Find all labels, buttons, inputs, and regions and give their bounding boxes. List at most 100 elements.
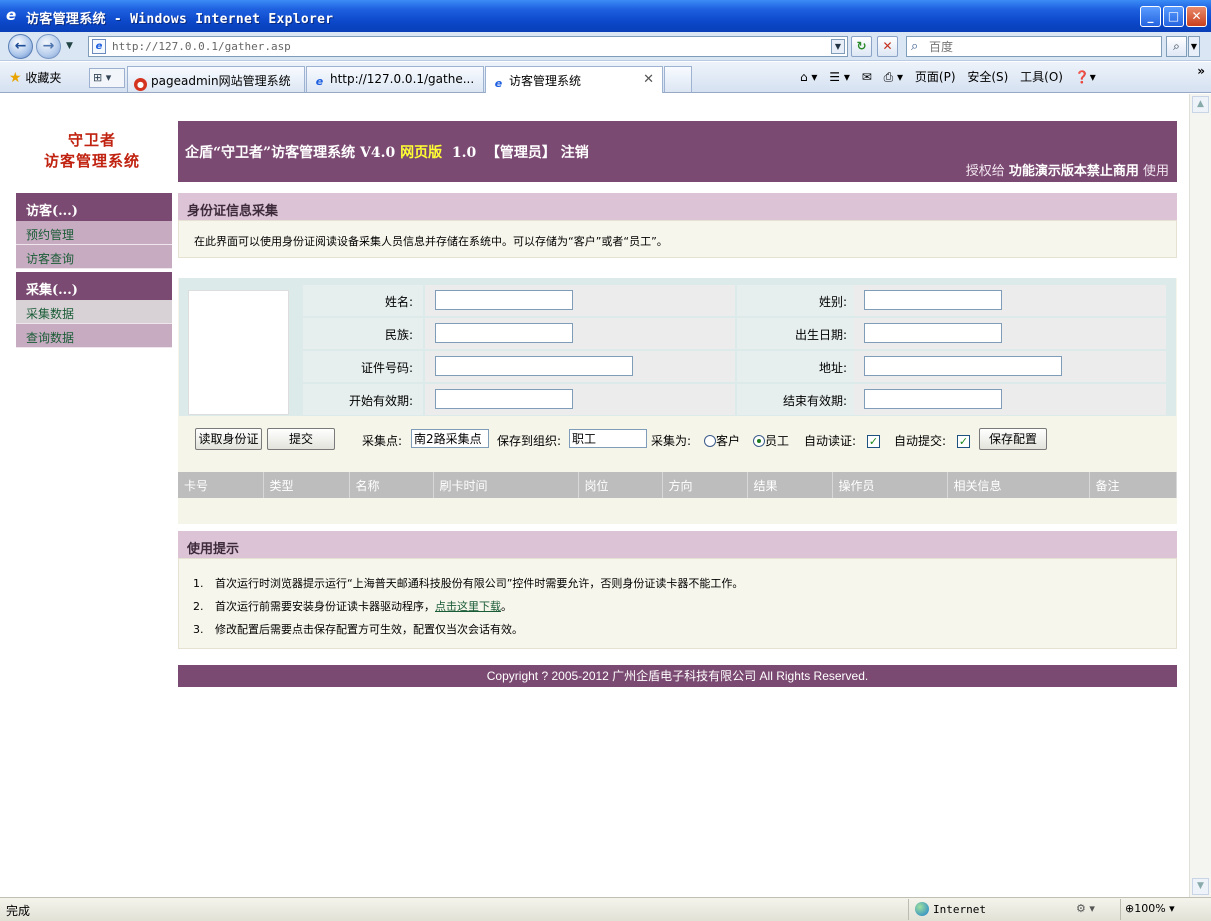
- section-description: 在此界面可以使用身份证阅读设备采集人员信息并存储在系统中。可以存储为“客户”或者…: [178, 220, 1177, 258]
- sidebar-group-collect[interactable]: 采集(...): [16, 272, 172, 300]
- sidebar-item-query-data[interactable]: 查询数据: [16, 324, 172, 348]
- license-info: 授权给 功能演示版本禁止商用 使用: [966, 160, 1169, 179]
- save-config-button[interactable]: 保存配置: [979, 428, 1047, 450]
- employee-radio-icon[interactable]: [753, 435, 765, 447]
- auto-read-checkbox[interactable]: ✓: [867, 435, 880, 448]
- status-text: 完成: [6, 904, 31, 918]
- search-input[interactable]: [929, 38, 1157, 55]
- system-title: 企盾“守卫者”访客管理系统 V4.0 网页版 1.0 【管理员】 注销: [185, 142, 589, 162]
- col-post: 岗位: [578, 472, 663, 498]
- collect-point-label: 采集点:: [362, 434, 403, 448]
- col-result: 结果: [747, 472, 833, 498]
- quick-tabs-icon[interactable]: ⊞ ▾: [89, 68, 125, 88]
- favorites-button[interactable]: ★ 收藏夹: [9, 69, 61, 86]
- favorites-label: 收藏夹: [25, 71, 62, 85]
- tab-gather[interactable]: e http://127.0.0.1/gathe...: [306, 66, 484, 92]
- tips-body: 1. 首次运行时浏览器提示运行“上海普天邮通科技股份有限公司”控件时需要允许，否则…: [178, 558, 1177, 649]
- security-zone: Internet: [908, 899, 1068, 920]
- history-dropdown-icon[interactable]: ▼: [66, 41, 73, 51]
- address-field[interactable]: [864, 356, 1062, 376]
- control-row: 读取身份证 提交 采集点: 保存到组织: 采集为: 客户 员工 自动读证: ✓ …: [178, 428, 1177, 456]
- auto-submit-label: 自动提交:: [894, 434, 947, 448]
- table-header-row: 卡号 类型 名称 刷卡时间 岗位 方向 结果 操作员 相关信息 备注: [178, 472, 1177, 498]
- close-button[interactable]: ✕: [1186, 6, 1207, 27]
- page-icon: e: [92, 39, 106, 54]
- minimize-button[interactable]: _: [1140, 6, 1161, 27]
- address-toolbar: ← → ▼ e http://127.0.0.1/gather.asp ▼ ↻ …: [0, 32, 1211, 61]
- col-card-no: 卡号: [178, 472, 264, 498]
- scroll-up-icon[interactable]: ▲: [1192, 96, 1209, 113]
- tab-label: http://127.0.0.1/gathe...: [330, 72, 475, 86]
- safety-menu[interactable]: 安全(S): [967, 70, 1008, 84]
- collect-point-input[interactable]: [411, 429, 489, 448]
- logo-line2: 访客管理系统: [43, 152, 140, 170]
- customer-radio-icon[interactable]: [704, 435, 716, 447]
- id-number-field[interactable]: [435, 356, 633, 376]
- refresh-icon[interactable]: ↻: [851, 36, 872, 57]
- submit-button[interactable]: 提交: [267, 428, 335, 450]
- tab-pageadmin[interactable]: ● pageadmin网站管理系统: [127, 66, 305, 92]
- customer-radio[interactable]: 客户: [704, 432, 740, 449]
- tip-item: 1. 首次运行时浏览器提示运行“上海普天邮通科技股份有限公司”控件时需要允许，否则…: [193, 577, 744, 590]
- save-org-input[interactable]: [569, 429, 647, 448]
- download-driver-link[interactable]: 点击这里下载: [435, 600, 501, 613]
- tools-menu[interactable]: 工具(O): [1020, 70, 1063, 84]
- home-icon[interactable]: ⌂ ▾: [800, 70, 817, 84]
- zoom-icon: ⊕: [1125, 902, 1135, 915]
- search-dropdown-icon[interactable]: ▼: [1188, 36, 1200, 57]
- tab-visitor-system[interactable]: e 访客管理系统 ✕: [485, 66, 663, 93]
- mail-icon[interactable]: ✉: [862, 70, 872, 84]
- sidebar-item-visitor-query[interactable]: 访客查询: [16, 245, 172, 269]
- zone-label: Internet: [933, 903, 986, 916]
- sidebar-group-visitor[interactable]: 访客(...): [16, 193, 172, 221]
- col-swipe-time: 刷卡时间: [433, 472, 579, 498]
- name-field[interactable]: [435, 290, 573, 310]
- zoom-control[interactable]: ⊕100% ▾: [1120, 899, 1192, 920]
- gender-label: 姓别:: [737, 285, 857, 316]
- protected-mode-icon[interactable]: ⚙ ▾: [1076, 902, 1095, 915]
- valid-to-label: 结束有效期:: [737, 384, 857, 415]
- col-name: 名称: [349, 472, 434, 498]
- pageadmin-icon: ●: [134, 78, 147, 91]
- employee-radio[interactable]: 员工: [753, 432, 789, 449]
- tips-title: 使用提示: [178, 531, 1177, 558]
- usage-tips: 使用提示 1. 首次运行时浏览器提示运行“上海普天邮通科技股份有限公司”控件时需要…: [178, 531, 1177, 649]
- read-id-button[interactable]: 读取身份证: [195, 428, 262, 450]
- page-viewport: 守卫者 访客管理系统 企盾“守卫者”访客管理系统 V4.0 网页版 1.0 【管…: [0, 94, 1189, 897]
- collect-as-label: 采集为:: [651, 434, 692, 448]
- id-number-label: 证件号码:: [303, 351, 423, 382]
- stop-icon[interactable]: ✕: [877, 36, 898, 57]
- sidebar-item-appointments[interactable]: 预约管理: [16, 221, 172, 245]
- valid-to-field[interactable]: [864, 389, 1002, 409]
- tip-item: 2. 首次运行前需要安装身份证读卡器驱动程序，点击这里下载。: [193, 600, 512, 613]
- address-url: http://127.0.0.1/gather.asp: [112, 40, 291, 53]
- scroll-down-icon[interactable]: ▼: [1192, 878, 1209, 895]
- search-go-icon[interactable]: ⌕: [1166, 36, 1187, 57]
- valid-from-field[interactable]: [435, 389, 573, 409]
- address-bar[interactable]: e http://127.0.0.1/gather.asp ▼: [88, 36, 848, 57]
- feeds-icon[interactable]: ☰ ▾: [829, 70, 850, 84]
- forward-arrow-icon[interactable]: →: [36, 34, 61, 59]
- id-photo: [188, 290, 289, 415]
- id-form-box: 姓名: 姓别: 民族: 出生日期: 证件号码: 地址: 开始有效期: 结束有效期…: [179, 278, 1176, 416]
- tab-close-icon[interactable]: ✕: [643, 72, 654, 87]
- maximize-button[interactable]: □: [1163, 6, 1184, 27]
- vertical-scrollbar[interactable]: ▲ ▼: [1189, 94, 1211, 897]
- gender-field[interactable]: [864, 290, 1002, 310]
- chevron-right-icon[interactable]: »: [1197, 64, 1205, 78]
- license-prefix: 授权给: [965, 164, 1009, 179]
- tab-label: pageadmin网站管理系统: [151, 74, 291, 88]
- address-dropdown-icon[interactable]: ▼: [831, 39, 845, 54]
- new-tab-button[interactable]: [664, 66, 692, 92]
- ethnicity-field[interactable]: [435, 323, 573, 343]
- table-row: [178, 498, 1177, 524]
- sidebar-item-collect-data[interactable]: 采集数据: [16, 300, 172, 324]
- print-icon[interactable]: ⎙ ▾: [884, 70, 903, 84]
- page-menu[interactable]: 页面(P): [915, 70, 956, 84]
- search-box[interactable]: ⌕: [906, 36, 1162, 57]
- status-bar: 完成 Internet ⚙ ▾ ⊕100% ▾: [0, 897, 1211, 921]
- back-arrow-icon[interactable]: ←: [8, 34, 33, 59]
- birth-date-field[interactable]: [864, 323, 1002, 343]
- auto-submit-checkbox[interactable]: ✓: [957, 435, 970, 448]
- help-icon[interactable]: ❓▾: [1075, 70, 1096, 84]
